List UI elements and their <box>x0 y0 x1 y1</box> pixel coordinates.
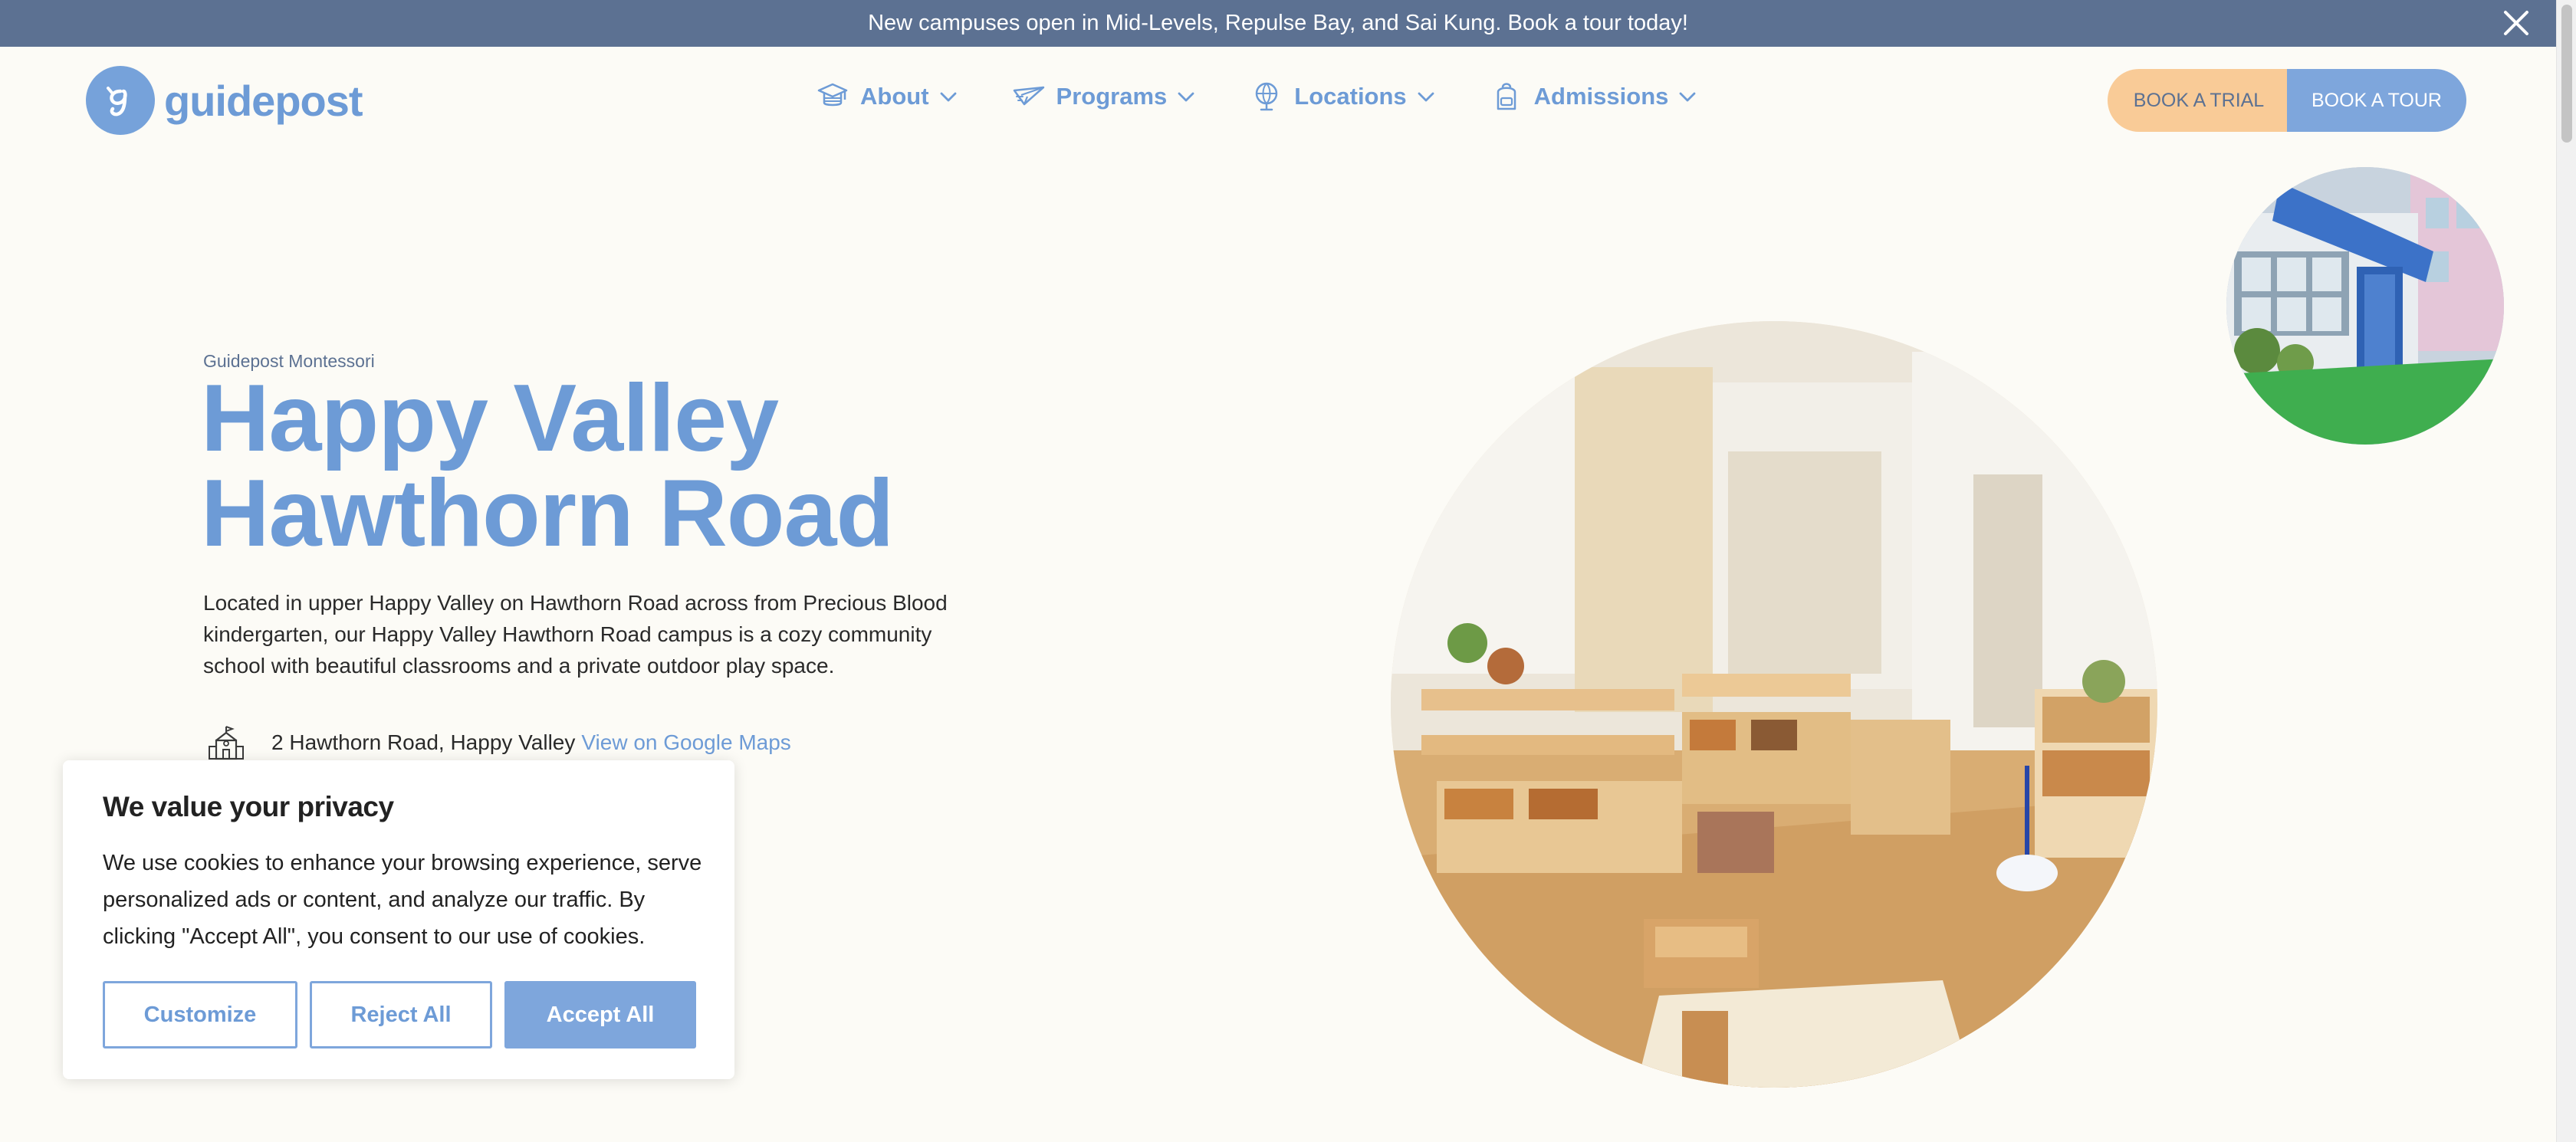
nav-about-label: About <box>860 83 929 110</box>
page-title: Happy Valley Hawthorn Road <box>201 366 894 566</box>
chevron-down-icon <box>1679 92 1696 102</box>
nav-item-about[interactable]: About <box>816 80 958 113</box>
nav-item-admissions[interactable]: Admissions <box>1490 80 1698 113</box>
globe-icon <box>1256 82 1278 111</box>
cookie-body: We use cookies to enhance your browsing … <box>103 851 702 949</box>
chevron-down-icon <box>1418 92 1434 102</box>
nav-item-programs[interactable]: Programs <box>1012 80 1197 113</box>
title-line-1: Happy Valley <box>201 366 779 471</box>
google-maps-link[interactable]: View on Google Maps <box>581 730 790 755</box>
school-building-icon <box>209 726 244 760</box>
chevron-down-icon <box>1178 92 1194 102</box>
cookie-consent-dialog: We value your privacy We use cookies to … <box>63 760 734 1079</box>
backpack-icon <box>1497 83 1516 110</box>
page-scrollbar[interactable] <box>2556 0 2576 1142</box>
logo-text: guidepost <box>164 76 363 125</box>
chevron-down-icon <box>940 92 956 102</box>
graduation-cap-icon <box>817 83 848 107</box>
scrollbar-thumb[interactable] <box>2561 5 2572 143</box>
paper-plane-icon <box>1013 86 1044 106</box>
nav-programs-label: Programs <box>1056 83 1168 110</box>
reject-all-button[interactable]: Reject All <box>310 981 492 1048</box>
announcement-bar: New campuses open in Mid-Levels, Repulse… <box>0 0 2556 47</box>
nav-admissions-label: Admissions <box>1533 83 1669 110</box>
book-trial-button[interactable]: BOOK A TRIAL <box>2108 69 2290 132</box>
logo-mark-icon <box>86 66 155 135</box>
nav-locations-label: Locations <box>1294 83 1407 110</box>
customize-button[interactable]: Customize <box>103 981 297 1048</box>
nav-item-locations[interactable]: Locations <box>1250 80 1435 113</box>
campus-exterior-photo <box>2226 167 2504 445</box>
address-row: 2 Hawthorn Road, Happy Valley View on Go… <box>207 724 791 762</box>
accept-all-button[interactable]: Accept All <box>504 981 696 1048</box>
classroom-photo <box>1391 321 2157 1088</box>
cookie-title: We value your privacy <box>103 791 394 822</box>
title-line-2: Hawthorn Road <box>201 461 894 566</box>
campus-description: Located in upper Happy Valley on Hawthor… <box>203 591 948 678</box>
book-tour-button[interactable]: BOOK A TOUR <box>2287 69 2466 132</box>
announcement-text: New campuses open in Mid-Levels, Repulse… <box>868 11 1688 35</box>
guidepost-logo[interactable]: guidepost <box>86 66 363 135</box>
main-nav: About Programs Locations Admissions <box>816 80 1751 113</box>
close-icon[interactable] <box>2502 9 2530 37</box>
address-text: 2 Hawthorn Road, Happy Valley <box>271 730 576 754</box>
